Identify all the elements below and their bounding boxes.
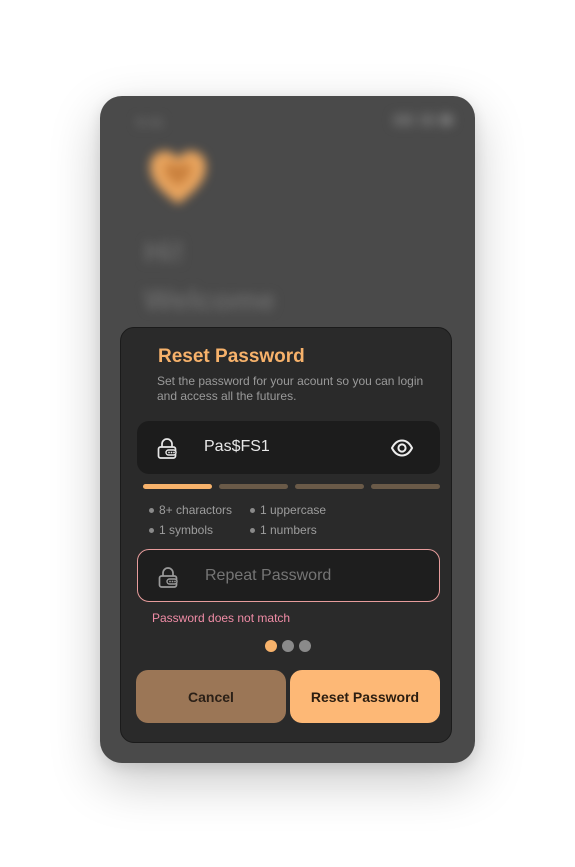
rule-label: 1 numbers [260,523,317,537]
repeat-password-input[interactable] [205,567,375,585]
rule-item: 1 symbols [149,523,250,537]
strength-segment [295,484,364,489]
lock-icon [157,438,177,459]
dialog-title: Reset Password [158,346,305,367]
reset-password-dialog: Reset Password Set the password for your… [120,327,452,743]
page-dot-active [265,640,277,652]
rule-item: 1 uppercase [250,503,350,517]
password-strength-meter [143,484,440,489]
password-rules: 8+ charactors 1 uppercase 1 symbols 1 nu… [149,503,350,537]
page-dot [282,640,294,652]
password-field[interactable] [137,421,440,474]
page-indicator [265,640,311,652]
bullet-icon [149,507,154,513]
bullet-icon [250,527,255,533]
lock-icon [158,567,178,588]
status-icons [393,114,453,126]
repeat-password-field[interactable] [137,549,440,602]
dialog-subtitle: Set the password for your acount so you … [157,374,424,403]
strength-segment [143,484,212,489]
rule-label: 8+ charactors [159,503,233,517]
eye-icon[interactable] [390,437,414,459]
welcome-text: Welcome [144,284,276,317]
bullet-icon [149,527,154,533]
strength-segment [219,484,288,489]
bullet-icon [250,507,255,513]
error-message: Password does not match [152,611,291,625]
cancel-button[interactable]: Cancel [136,670,286,723]
password-input[interactable] [204,438,374,456]
page-dot [299,640,311,652]
status-time: 9:41 [136,114,165,130]
phone-screen: 9:41 Hi! Welcome Reset Password Set the … [100,96,475,763]
heart-logo-icon [150,151,206,204]
strength-segment [371,484,440,489]
rule-label: 1 uppercase [260,503,327,517]
rule-label: 1 symbols [159,523,214,537]
rule-item: 8+ charactors [149,503,250,517]
rule-item: 1 numbers [250,523,350,537]
greeting-text: Hi! [144,236,184,269]
reset-password-button[interactable]: Reset Password [290,670,440,723]
